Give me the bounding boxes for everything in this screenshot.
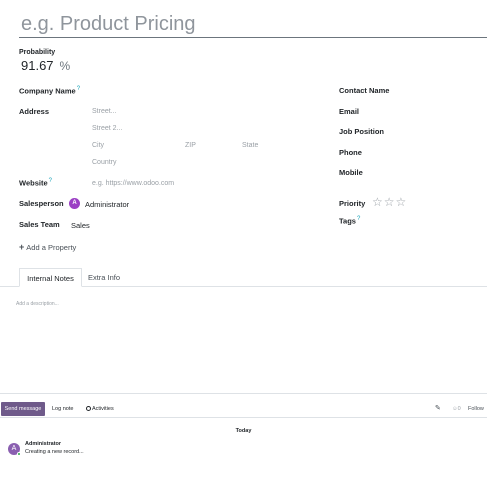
priority-stars[interactable]: ☆☆☆ <box>372 196 407 208</box>
sales-team-value[interactable]: Sales <box>71 221 90 230</box>
add-property-button[interactable]: + Add a Property <box>19 242 76 252</box>
star-icon[interactable]: ☆ <box>396 195 408 209</box>
tab-extra-info[interactable]: Extra Info <box>82 268 126 287</box>
chatter-toolbar: Send message Log note Activities ✎ ☺0 Fo… <box>0 400 487 418</box>
message-avatar: A <box>8 443 21 456</box>
zip-input[interactable]: ZIP <box>185 142 196 149</box>
phone-label: Phone <box>339 148 362 157</box>
address-label: Address <box>19 107 50 116</box>
tab-internal-notes[interactable]: Internal Notes <box>19 268 82 287</box>
help-icon[interactable]: ? <box>49 178 52 184</box>
street2-input[interactable]: Street 2... <box>92 125 122 132</box>
clock-icon <box>86 405 91 411</box>
mobile-label: Mobile <box>339 168 363 177</box>
help-icon[interactable]: ? <box>357 216 360 222</box>
website-label: Website? <box>19 178 52 188</box>
job-position-label: Job Position <box>339 127 384 136</box>
paperclip-icon[interactable]: ✎ <box>435 402 441 416</box>
send-message-button[interactable]: Send message <box>1 402 45 416</box>
probability-field[interactable]: 91.67% <box>21 58 70 73</box>
contact-name-label: Contact Name <box>339 86 390 95</box>
message-author[interactable]: Administrator <box>25 441 61 447</box>
state-input[interactable]: State <box>242 142 258 149</box>
company-name-input[interactable] <box>120 86 320 96</box>
tags-label: Tags? <box>339 216 361 226</box>
salesperson-label: Salesperson <box>19 199 64 208</box>
street-input[interactable]: Street... <box>92 108 117 115</box>
message-body: Creating a new record... <box>25 449 84 455</box>
salesperson-value[interactable]: Administrator <box>85 200 129 209</box>
activities-button[interactable]: Activities <box>86 402 114 416</box>
sales-team-label: Sales Team <box>19 220 60 229</box>
city-input[interactable]: City <box>92 142 104 149</box>
star-icon[interactable]: ☆ <box>384 195 396 209</box>
online-status-icon <box>17 452 21 456</box>
followers-button[interactable]: ☺0 <box>452 402 461 416</box>
form-sheet: e.g. Product Pricing Probability 91.67% … <box>0 0 487 394</box>
star-icon[interactable]: ☆ <box>372 195 384 209</box>
date-separator: Today <box>235 428 252 434</box>
opportunity-title-input[interactable]: e.g. Product Pricing <box>19 10 487 38</box>
country-input[interactable]: Country <box>92 159 117 166</box>
description-input[interactable]: Add a description... <box>16 301 59 307</box>
percent-sign: % <box>59 59 71 73</box>
notebook-tabs: Internal Notes Extra Info <box>0 268 487 287</box>
website-input[interactable]: e.g. https://www.odoo.com <box>92 180 174 187</box>
probability-label: Probability <box>19 49 56 56</box>
follow-button[interactable]: Follow <box>468 402 484 416</box>
help-icon[interactable]: ? <box>77 86 80 92</box>
probability-value[interactable]: 91.67 <box>21 58 54 73</box>
salesperson-avatar: A <box>69 198 80 209</box>
email-label: Email <box>339 107 360 116</box>
log-note-button[interactable]: Log note <box>52 402 73 416</box>
priority-label: Priority <box>339 199 366 208</box>
plus-icon: + <box>19 242 25 252</box>
company-name-label: Company Name? <box>19 86 81 96</box>
